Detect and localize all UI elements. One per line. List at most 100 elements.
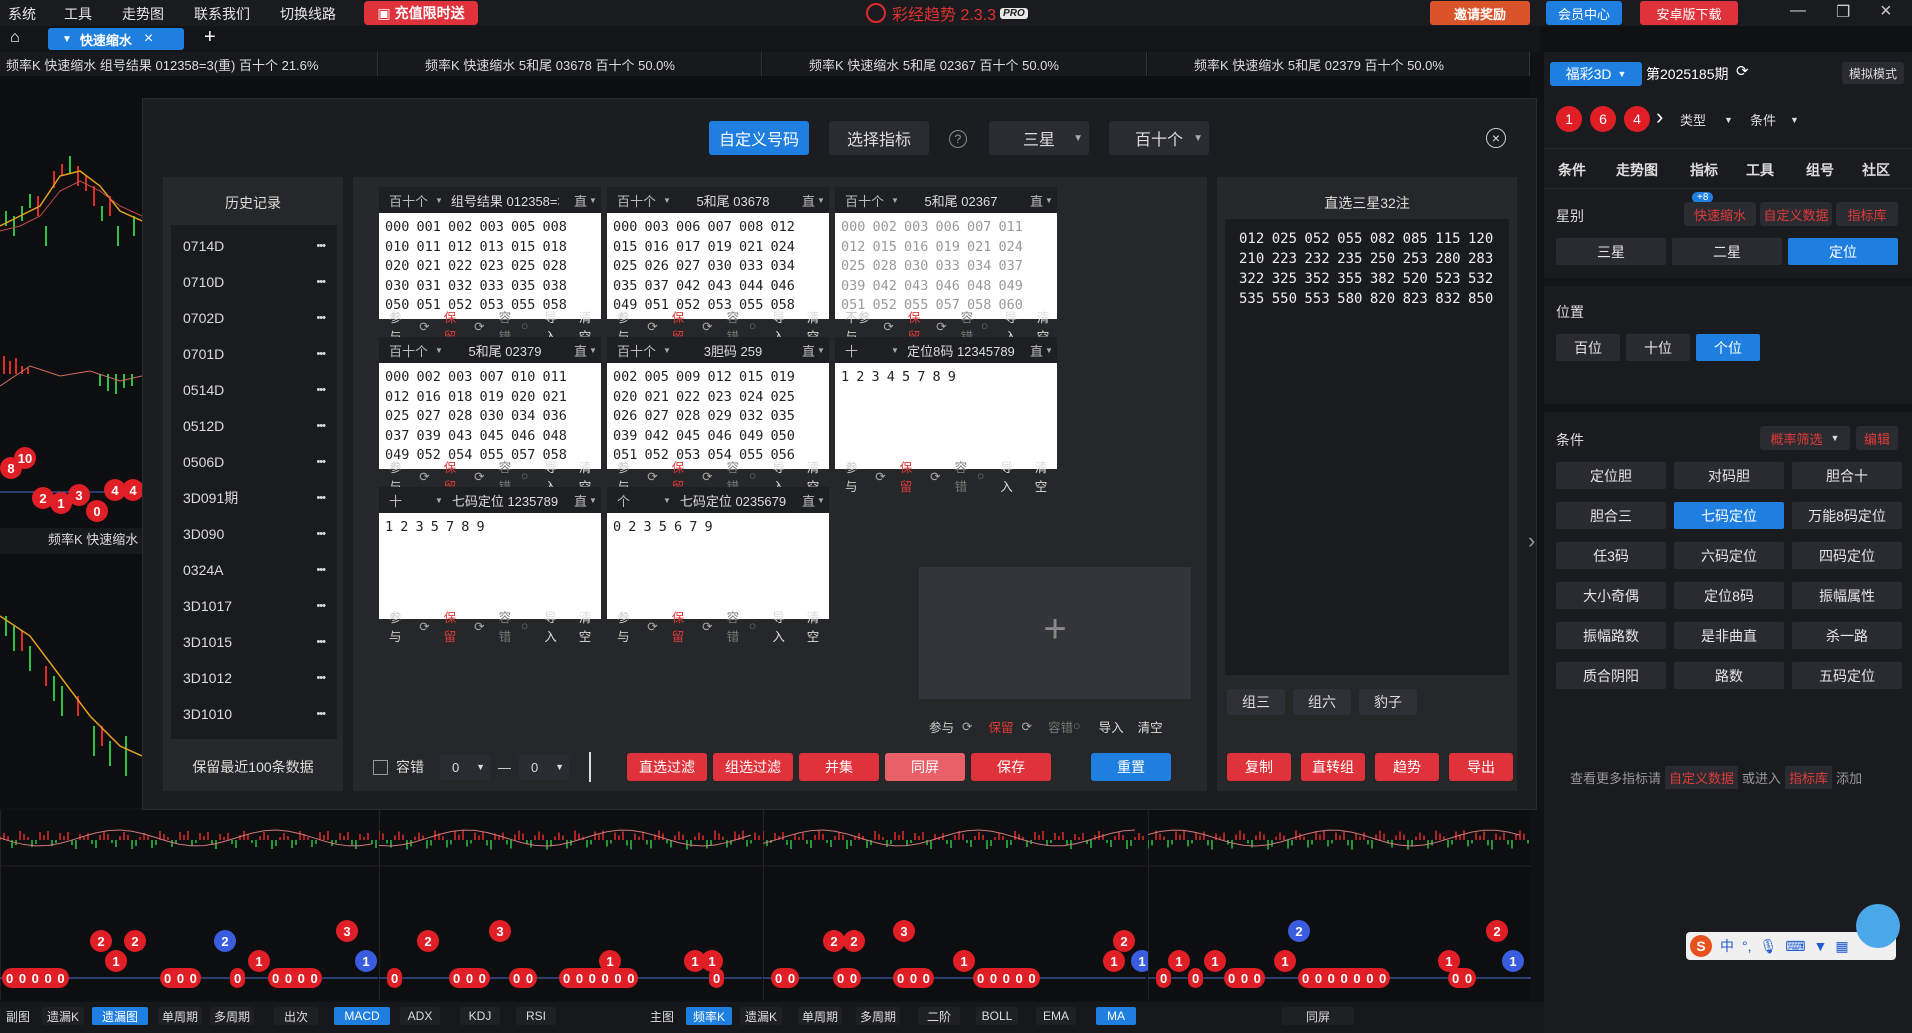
toolbar-item[interactable]: 出次	[274, 1007, 318, 1025]
more-dots-icon[interactable]: •••	[316, 636, 326, 648]
refresh-icon[interactable]: ⟳	[1736, 62, 1749, 80]
chevron-right-icon[interactable]: ›	[1528, 528, 1535, 554]
import-button[interactable]: 导入	[1000, 457, 1022, 495]
help-icon[interactable]: ?	[949, 130, 967, 148]
close-window-icon[interactable]: ×	[1880, 0, 1892, 23]
card-position-select[interactable]: 十	[835, 341, 891, 360]
condition-button[interactable]: 任3码	[1556, 542, 1666, 569]
more-dots-icon[interactable]: •••	[316, 384, 326, 396]
minimize-icon[interactable]: —	[1790, 2, 1806, 20]
condition-button[interactable]: 六码定位	[1674, 542, 1784, 569]
refresh-icon[interactable]: ⟳	[930, 469, 940, 484]
same-screen-toolbar-button[interactable]: 同屏	[1282, 1007, 1354, 1025]
star-two[interactable]: 二星	[1672, 238, 1782, 265]
radio-icon[interactable]: ○	[981, 319, 989, 333]
custom-number-button[interactable]: 自定义号码	[709, 121, 809, 155]
toolbar-item[interactable]: 多周期	[210, 1007, 254, 1025]
pos-ones[interactable]: 个位	[1696, 334, 1760, 361]
select-indicator-button[interactable]: 选择指标	[829, 121, 929, 155]
keep-toggle[interactable]: 保留	[444, 607, 466, 645]
add-card-button[interactable]: +	[919, 567, 1191, 699]
condition-button[interactable]: 振幅路数	[1556, 622, 1666, 649]
radio-icon[interactable]: ○	[749, 319, 757, 333]
direct-to-group-button[interactable]: 直转组	[1301, 753, 1365, 781]
history-item[interactable]: 0702D •••	[171, 303, 337, 333]
condition-button[interactable]: 五码定位	[1792, 662, 1902, 689]
join-toggle[interactable]: 参与	[607, 607, 639, 645]
radio-icon[interactable]: ○	[1073, 719, 1081, 733]
home-icon[interactable]: ⌂	[10, 29, 20, 47]
history-item[interactable]: 0710D •••	[171, 267, 337, 297]
lottery-select[interactable]: 福彩3D ▼	[1550, 62, 1642, 86]
close-modal-icon[interactable]: ×	[1486, 128, 1506, 148]
card-mode-select[interactable]: 直	[787, 341, 817, 360]
type-select[interactable]: 类型 ▼	[1680, 110, 1733, 129]
more-dots-icon[interactable]: •••	[316, 672, 326, 684]
import-button[interactable]: 导入	[1099, 717, 1124, 736]
refresh-icon[interactable]: ⟳	[474, 319, 484, 334]
refresh-icon[interactable]: ⟳	[936, 319, 946, 334]
pos-hundreds[interactable]: 百位	[1556, 334, 1620, 361]
toolbar-item[interactable]: 遗漏图	[92, 1007, 148, 1025]
tolerance-checkbox[interactable]	[373, 759, 388, 775]
clear-button[interactable]: 清空	[807, 607, 829, 645]
invite-button[interactable]: 邀请奖励	[1430, 1, 1530, 25]
radio-icon[interactable]: ○	[749, 619, 757, 633]
card-position-select[interactable]: 百十个	[607, 191, 663, 210]
join-toggle[interactable]: 参与	[379, 607, 411, 645]
condition-button[interactable]: 定位8码	[1674, 582, 1784, 609]
restore-icon[interactable]: ❐	[1836, 2, 1850, 22]
menu-contact[interactable]: 联系我们	[194, 4, 250, 24]
group6-button[interactable]: 组六	[1293, 689, 1351, 715]
refresh-icon[interactable]: ⟳	[419, 619, 429, 634]
toolbar-item[interactable]: 副图	[2, 1007, 34, 1025]
refresh-icon[interactable]: ⟳	[702, 619, 712, 634]
sidebar-tab[interactable]: 条件	[1558, 160, 1586, 180]
sidebar-tab[interactable]: 组号	[1806, 160, 1834, 180]
tolerance-toggle[interactable]: 容错	[727, 607, 749, 645]
tolerance-toggle[interactable]: 容错	[499, 607, 521, 645]
history-item[interactable]: 0701D •••	[171, 339, 337, 369]
card-position-select[interactable]: 个	[607, 491, 663, 510]
card-position-select[interactable]: 百十个	[379, 341, 435, 360]
more-dots-icon[interactable]: •••	[316, 420, 326, 432]
tolerance-min-select[interactable]: 0 ▼	[440, 754, 490, 780]
pos-tens[interactable]: 十位	[1626, 334, 1690, 361]
menu-switch-line[interactable]: 切换线路	[280, 4, 336, 24]
card-mode-select[interactable]: 直	[559, 341, 589, 360]
toolbar-item[interactable]: KDJ	[460, 1007, 500, 1025]
toolbar-item[interactable]: MACD	[334, 1007, 390, 1025]
star-three[interactable]: 三星	[1556, 238, 1666, 265]
refresh-icon[interactable]: ⟳	[962, 719, 972, 734]
condition-button[interactable]: 七码定位	[1674, 502, 1784, 529]
more-dots-icon[interactable]: •••	[316, 492, 326, 504]
card-mode-select[interactable]: 直	[559, 491, 589, 510]
refresh-icon[interactable]: ⟳	[1022, 719, 1032, 734]
direct-filter-button[interactable]: 直选过滤	[627, 753, 707, 781]
export-button[interactable]: 导出	[1449, 753, 1513, 781]
more-dots-icon[interactable]: •••	[316, 600, 326, 612]
toolbar-item[interactable]: 单周期	[798, 1007, 842, 1025]
condition-button[interactable]: 胆合三	[1556, 502, 1666, 529]
more-dots-icon[interactable]: •••	[316, 456, 326, 468]
history-item[interactable]: 0714D •••	[171, 231, 337, 261]
import-button[interactable]: 导入	[772, 607, 794, 645]
toolbar-item[interactable]: 遗漏K	[740, 1007, 782, 1025]
history-item[interactable]: 0514D •••	[171, 375, 337, 405]
position-select[interactable]: 百十个 ▼	[1109, 121, 1209, 155]
refresh-icon[interactable]: ⟳	[647, 319, 657, 334]
prob-filter-select[interactable]: 概率筛选 ▼	[1760, 426, 1850, 450]
same-screen-button[interactable]: 同屏	[885, 753, 965, 781]
copy-button[interactable]: 复制	[1227, 753, 1291, 781]
toolbar-item[interactable]: BOLL	[976, 1007, 1018, 1025]
condition-button[interactable]: 对码胆	[1674, 462, 1784, 489]
radio-icon[interactable]: ○	[521, 469, 529, 483]
more-dots-icon[interactable]: •••	[316, 312, 326, 324]
tolerance-max-select[interactable]: 0 ▼	[519, 754, 569, 780]
tab-quick-shrink[interactable]: ▼ 快速缩水 ×	[48, 28, 184, 50]
import-button[interactable]: 导入	[544, 607, 566, 645]
more-dots-icon[interactable]: •••	[316, 348, 326, 360]
refresh-icon[interactable]: ⟳	[647, 619, 657, 634]
more-dots-icon[interactable]: •••	[316, 240, 326, 252]
keep-toggle[interactable]: 保留	[900, 457, 922, 495]
